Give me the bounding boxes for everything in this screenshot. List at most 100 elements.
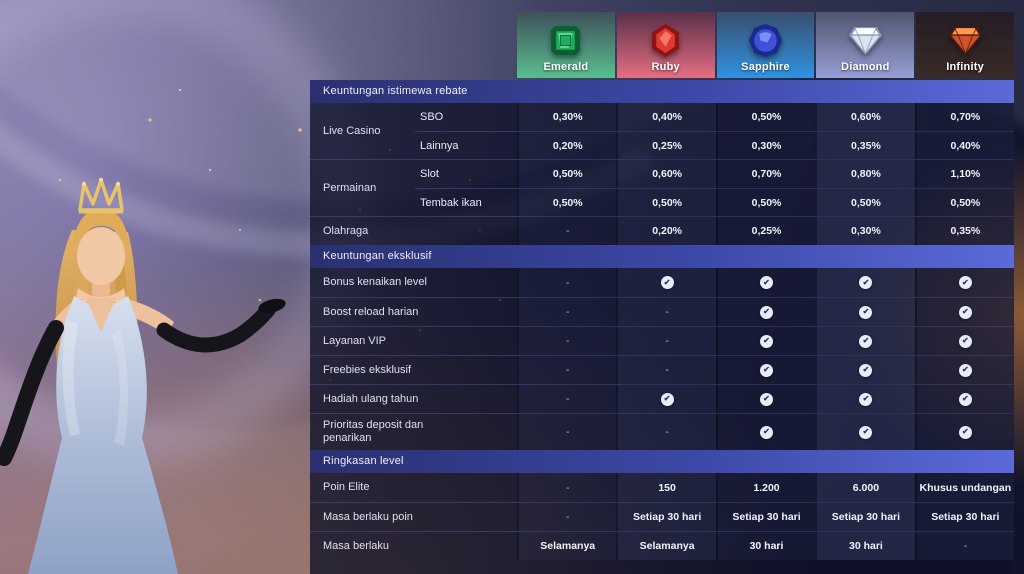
benefit-value-cell: Selamanya	[517, 532, 616, 560]
benefit-value-cell: -	[517, 298, 616, 326]
table-row: Freebies eksklusif--✔✔✔	[310, 355, 1014, 384]
benefit-sublabel: Slot	[415, 160, 517, 188]
benefit-check-cell: ✔	[915, 268, 1014, 297]
benefit-value-cell: 0,50%	[716, 103, 815, 131]
benefit-check-cell: ✔	[915, 327, 1014, 355]
check-icon: ✔	[859, 364, 872, 377]
benefit-sublabel	[415, 217, 517, 245]
benefit-value-cell: -	[517, 385, 616, 413]
benefit-label: Prioritas deposit dan penarikan	[310, 414, 517, 450]
promo-model-image	[0, 0, 330, 574]
tier-header-row: Emerald Ruby SapphireDiamond Infinity	[517, 12, 1014, 78]
benefit-value-cell: 1.200	[716, 473, 815, 502]
benefit-check-cell: ✔	[716, 385, 815, 413]
row-values: 0,50%0,50%0,50%0,50%0,50%	[517, 189, 1014, 216]
benefit-value-cell: 0,60%	[616, 160, 715, 188]
benefit-group-label: Permainan	[310, 160, 415, 216]
benefit-value-cell: Setiap 30 hari	[815, 503, 914, 531]
benefit-check-cell: ✔	[915, 414, 1014, 450]
benefit-check-cell: ✔	[716, 327, 815, 355]
check-icon: ✔	[760, 335, 773, 348]
tier-label: Ruby	[652, 61, 680, 73]
check-icon: ✔	[760, 364, 773, 377]
table-row: Masa berlaku poin-Setiap 30 hariSetiap 3…	[310, 502, 1014, 531]
benefit-value-cell: 0,30%	[517, 103, 616, 131]
benefit-value-cell: -	[915, 532, 1014, 560]
check-icon: ✔	[760, 426, 773, 439]
tier-column-sapphire[interactable]: Sapphire	[717, 12, 815, 78]
infinity-gem-icon	[947, 22, 984, 59]
benefit-value-cell: 0,50%	[616, 189, 715, 216]
benefit-label: Masa berlaku	[310, 532, 517, 560]
benefit-value-cell: -	[517, 503, 616, 531]
benefit-check-cell: ✔	[716, 268, 815, 297]
benefit-value-cell: 0,35%	[815, 132, 914, 159]
benefit-label-text: Hadiah ulang tahun	[323, 393, 418, 406]
table-row: Hadiah ulang tahun-✔✔✔✔	[310, 384, 1014, 413]
row-values: -Setiap 30 hariSetiap 30 hariSetiap 30 h…	[517, 503, 1014, 531]
tier-column-ruby[interactable]: Ruby	[617, 12, 715, 78]
benefit-label-text: Bonus kenaikan level	[323, 276, 427, 289]
check-icon: ✔	[859, 306, 872, 319]
benefit-value-cell: 0,50%	[517, 189, 616, 216]
benefit-group: Olahraga-0,20%0,25%0,30%0,35%	[310, 216, 1014, 245]
row-values: -✔✔✔✔	[517, 385, 1014, 413]
benefit-value-cell: 150	[616, 473, 715, 502]
benefit-sublabel: Lainnya	[415, 132, 517, 159]
check-icon: ✔	[959, 335, 972, 348]
row-values: 0,50%0,60%0,70%0,80%1,10%	[517, 160, 1014, 188]
benefit-check-cell: ✔	[815, 414, 914, 450]
row-values: -✔✔✔✔	[517, 268, 1014, 297]
benefit-label-text: Masa berlaku poin	[323, 511, 413, 524]
check-icon: ✔	[959, 364, 972, 377]
benefit-group-label: Live Casino	[310, 103, 415, 159]
benefit-value-cell: 0,50%	[915, 189, 1014, 216]
benefit-check-cell: ✔	[716, 414, 815, 450]
tier-label: Infinity	[946, 61, 984, 73]
row-values: 0,30%0,40%0,50%0,60%0,70%	[517, 103, 1014, 131]
benefit-value-cell: 30 hari	[815, 532, 914, 560]
check-icon: ✔	[859, 393, 872, 406]
benefit-label: Poin Elite	[310, 473, 517, 502]
table-row: Masa berlakuSelamanyaSelamanya30 hari30 …	[310, 531, 1014, 560]
tier-column-diamond[interactable]: Diamond	[816, 12, 914, 78]
benefit-value-cell: 0,20%	[616, 217, 715, 245]
benefit-label-text: Layanan VIP	[323, 335, 386, 348]
benefit-check-cell: ✔	[616, 385, 715, 413]
benefit-value-cell: 0,40%	[915, 132, 1014, 159]
check-icon: ✔	[661, 393, 674, 406]
table-row: Boost reload harian--✔✔✔	[310, 297, 1014, 326]
section-header: Keuntungan istimewa rebate	[310, 80, 1014, 103]
tier-column-emerald[interactable]: Emerald	[517, 12, 615, 78]
vip-benefits-table: Keuntungan istimewa rebateLive CasinoSBO…	[310, 80, 1014, 574]
benefit-check-cell: ✔	[815, 356, 914, 384]
tier-column-infinity[interactable]: Infinity	[916, 12, 1014, 78]
table-row: Layanan VIP--✔✔✔	[310, 326, 1014, 355]
benefit-value-cell: -	[616, 298, 715, 326]
benefit-check-cell: ✔	[815, 327, 914, 355]
benefit-group: PermainanSlot0,50%0,60%0,70%0,80%1,10%Te…	[310, 159, 1014, 216]
benefit-label: Masa berlaku poin	[310, 503, 517, 531]
benefit-label-text: Freebies eksklusif	[323, 364, 411, 377]
benefit-value-cell: -	[517, 356, 616, 384]
benefit-label: Freebies eksklusif	[310, 356, 517, 384]
benefit-sublabel: Tembak ikan	[415, 189, 517, 216]
benefit-value-cell: Setiap 30 hari	[616, 503, 715, 531]
row-values: --✔✔✔	[517, 298, 1014, 326]
check-icon: ✔	[760, 276, 773, 289]
benefit-check-cell: ✔	[616, 268, 715, 297]
benefit-label: Layanan VIP	[310, 327, 517, 355]
benefit-value-cell: 0,40%	[616, 103, 715, 131]
benefit-group-label: Olahraga	[310, 217, 415, 245]
benefit-value-cell: 0,50%	[517, 160, 616, 188]
tier-label: Emerald	[543, 61, 588, 73]
check-icon: ✔	[959, 306, 972, 319]
benefit-value-cell: 30 hari	[716, 532, 815, 560]
check-icon: ✔	[959, 426, 972, 439]
emerald-gem-icon	[547, 22, 584, 59]
benefit-value-cell: 0,20%	[517, 132, 616, 159]
benefit-check-cell: ✔	[815, 298, 914, 326]
benefit-value-cell: -	[616, 414, 715, 450]
row-values: --✔✔✔	[517, 356, 1014, 384]
benefit-label-text: Prioritas deposit dan penarikan	[323, 419, 448, 445]
